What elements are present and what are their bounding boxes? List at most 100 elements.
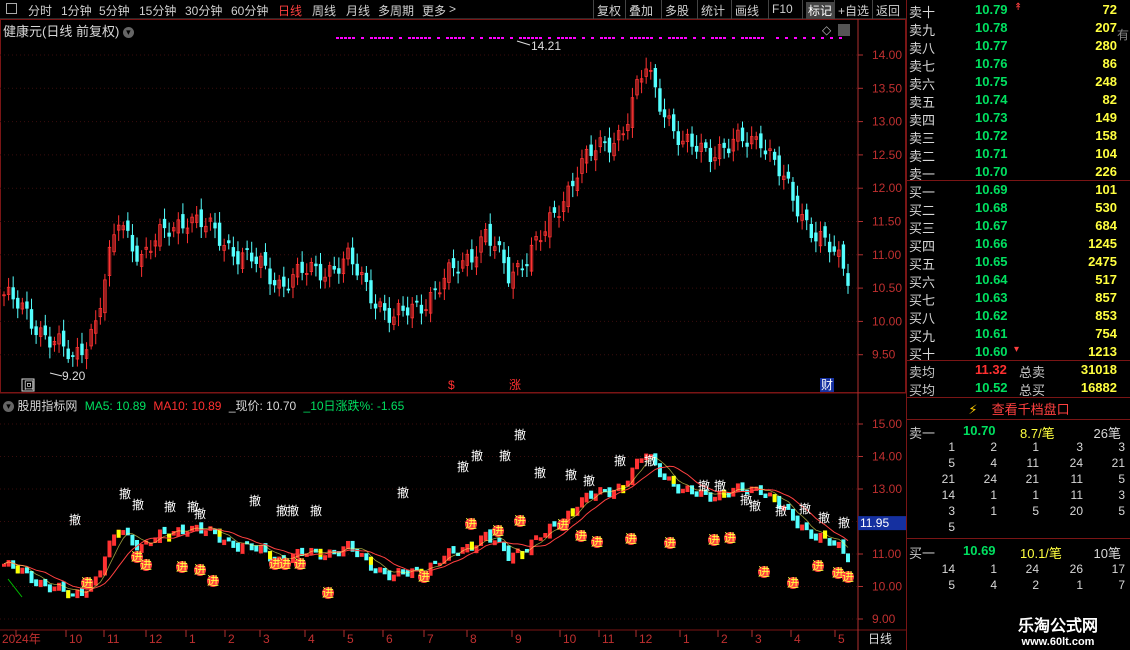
price-tick-label: 14.00 <box>872 48 902 62</box>
period-tab-5[interactable]: 60分钟 <box>231 2 268 19</box>
buy-level-5[interactable]: 买五 10.65 2475 <box>907 253 1130 272</box>
period-tab-2[interactable]: 5分钟 <box>99 2 130 19</box>
period-tab-6[interactable]: 日线 <box>278 2 302 19</box>
sell-marker: 撤 <box>583 473 595 488</box>
date-tick-label: 10 <box>69 632 83 646</box>
sell-marker: 撤 <box>818 510 830 525</box>
indicator-bar <box>763 493 768 499</box>
period-tab-9[interactable]: 多周期 <box>378 2 414 19</box>
detail-count: 10笔 <box>1093 546 1121 561</box>
indicator-bar <box>538 537 543 541</box>
buy1-queue-cell: 1 <box>990 562 997 576</box>
buy-level-4[interactable]: 买四 10.66 1245 <box>907 235 1130 254</box>
signal-dot <box>382 37 385 39</box>
buy-level-2[interactable]: 买二 10.68 530 <box>907 199 1130 218</box>
indicator-bar <box>11 560 16 569</box>
right-edge-text: 有 <box>1116 28 1129 42</box>
toolbar-action-7[interactable]: +自选 <box>838 2 869 19</box>
period-tab-4[interactable]: 30分钟 <box>185 2 222 19</box>
buy-level-9[interactable]: 买九 10.61 754 <box>907 325 1130 344</box>
indicator-bar <box>240 543 245 554</box>
sell-level-5[interactable]: 卖五 10.74 82 <box>907 91 1130 110</box>
toolbar-action-2[interactable]: 多股 <box>665 2 689 19</box>
sell-level-6[interactable]: 卖六 10.75 248 <box>907 73 1130 92</box>
indicator-bar <box>506 545 511 561</box>
sell-level-4[interactable]: 卖四 10.73 149 <box>907 109 1130 128</box>
period-tab-7[interactable]: 周线 <box>312 2 336 19</box>
buy-marker: 进 <box>557 518 569 532</box>
orderbook-divider <box>907 397 1130 398</box>
orderbook-divider <box>907 419 1130 420</box>
buy-marker: 进 <box>842 570 854 584</box>
order-price: 10.74 <box>975 92 1008 107</box>
rise-marker: 涨 <box>509 377 521 392</box>
sell-marker: 撤 <box>799 501 811 516</box>
avg-price: 11.32 <box>975 362 1007 377</box>
sell-level-2[interactable]: 卖二 10.71 104 <box>907 145 1130 164</box>
high-pointer <box>516 40 531 46</box>
menu-square-icon[interactable] <box>6 3 17 14</box>
toolbar-action-6[interactable]: 标记 <box>806 2 835 19</box>
indicator-bar <box>208 526 213 531</box>
main-chart-title: 健康元(日线 前复权) ▾ <box>3 21 134 40</box>
buy1-queue-cell: 17 <box>1111 562 1125 576</box>
signal-dot <box>437 37 440 39</box>
candle-body <box>690 133 694 147</box>
order-price: 10.76 <box>975 56 1008 71</box>
indicator-bar <box>616 483 621 492</box>
toolbar-action-8[interactable]: 返回 <box>876 2 900 19</box>
toolbar-separator <box>834 0 835 19</box>
buy-level-7[interactable]: 买七 10.63 857 <box>907 289 1130 308</box>
buy-level-3[interactable]: 买三 10.67 684 <box>907 217 1130 236</box>
indicator-bar <box>790 508 795 521</box>
indicator-bar <box>387 570 392 581</box>
sell-level-10[interactable]: 卖十 10.79 ↟ 72 <box>907 1 1130 20</box>
indicator-tick-label: 9.00 <box>872 612 896 626</box>
signal-dot <box>378 37 381 39</box>
sell-marker: 撤 <box>164 499 176 514</box>
candle-body <box>61 330 66 347</box>
more-chevron-icon[interactable]: > <box>449 2 456 16</box>
period-tab-1[interactable]: 1分钟 <box>61 2 92 19</box>
indicator-bar <box>662 473 667 480</box>
toolbar-action-3[interactable]: 统计 <box>701 2 725 19</box>
sell-level-1[interactable]: 卖一 10.70 226 <box>907 163 1130 182</box>
sell-marker: 撤 <box>714 478 726 493</box>
toolbar-separator <box>768 0 769 19</box>
chevron-down-icon[interactable]: ▾ <box>122 27 134 39</box>
orderbook-divider <box>907 538 1130 539</box>
buy-level-1[interactable]: 买一 10.69 101 <box>907 181 1130 200</box>
signal-dot <box>462 37 465 39</box>
buy-level-10[interactable]: 买十 10.60 ▾ 1213 <box>907 343 1130 362</box>
expand-icon[interactable] <box>838 24 850 36</box>
period-tab-3[interactable]: 15分钟 <box>139 2 176 19</box>
toolbar-action-0[interactable]: 复权 <box>597 2 621 19</box>
date-tick-label: 12 <box>149 632 163 646</box>
sell-level-8[interactable]: 卖八 10.77 280 <box>907 37 1130 56</box>
chart-area[interactable]: 14.00 13.50 13.00 12.50 12.00 11.50 11.00 10.50… <box>0 19 906 650</box>
period-tab-10[interactable]: 更多 <box>422 2 446 19</box>
period-tab-8[interactable]: 月线 <box>346 2 370 19</box>
period-tab-0[interactable]: 分时 <box>28 2 52 19</box>
candle-body <box>795 195 800 217</box>
sell-marker: 撤 <box>119 486 131 501</box>
toolbar-action-1[interactable]: 叠加 <box>629 2 653 19</box>
toolbar-action-5[interactable]: F10 <box>772 2 793 16</box>
signal-dot <box>745 37 748 39</box>
depth-view-button[interactable]: ⚡ 查看千档盘口 <box>907 399 1130 419</box>
date-tick-label: 4 <box>794 632 801 646</box>
sell-level-9[interactable]: 卖九 10.78 207 <box>907 19 1130 38</box>
buy-level-8[interactable]: 买八 10.62 853 <box>907 307 1130 326</box>
order-volume: 158 <box>1095 128 1117 143</box>
buy-level-6[interactable]: 买六 10.64 517 <box>907 271 1130 290</box>
candle-body <box>181 214 185 229</box>
order-price: 10.62 <box>975 308 1008 323</box>
sell-level-7[interactable]: 卖七 10.76 86 <box>907 55 1130 74</box>
toolbar-action-4[interactable]: 画线 <box>735 2 759 19</box>
buy-marker: 进 <box>322 586 334 600</box>
indicator-bar <box>483 531 488 541</box>
indicator-bar <box>162 526 167 535</box>
chart-canvas[interactable]: 14.00 13.50 13.00 12.50 12.00 11.50 11.00 10.50… <box>0 19 906 650</box>
sell-level-3[interactable]: 卖三 10.72 158 <box>907 127 1130 146</box>
chevron-down-icon[interactable]: ▾ <box>3 401 14 413</box>
